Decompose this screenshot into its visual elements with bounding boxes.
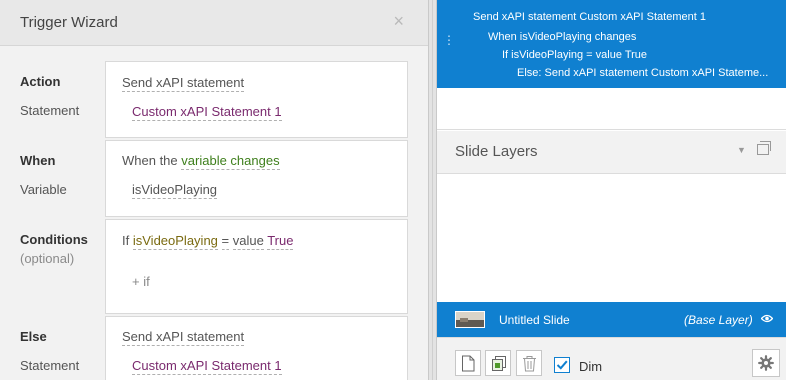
- new-layer-icon: [462, 355, 475, 372]
- new-layer-button[interactable]: [455, 350, 481, 376]
- dim-label: Dim: [579, 359, 603, 374]
- splitter-line: [432, 0, 433, 380]
- conditions-optional-label: (optional): [20, 251, 75, 266]
- condition-line: If isVideoPlaying = value True: [122, 233, 294, 250]
- delete-layer-button[interactable]: [516, 350, 542, 376]
- when-line: When the variable changes: [122, 153, 280, 170]
- else-statement-label: Statement: [20, 358, 80, 373]
- layers-toolbar: Dim: [437, 337, 786, 380]
- slide-layers-header: Slide Layers ▼: [437, 131, 786, 174]
- delete-layer-icon: [523, 356, 536, 372]
- base-layer-row[interactable]: Untitled Slide (Base Layer): [437, 302, 786, 337]
- conditions-label: Conditions: [20, 232, 88, 247]
- statement-dropdown[interactable]: Custom xAPI Statement 1: [132, 104, 282, 121]
- when-prefix: When the: [122, 153, 178, 168]
- when-event-dropdown[interactable]: variable changes: [181, 153, 280, 170]
- eye-icon[interactable]: [761, 314, 773, 323]
- trigger-condition-line: If isVideoPlaying = value True: [502, 49, 648, 61]
- menu-chevron-icon[interactable]: ▼: [737, 145, 746, 155]
- popout-icon[interactable]: [757, 141, 771, 155]
- layer-settings-button[interactable]: [752, 349, 780, 377]
- trigger-action-line: Send xAPI statement Custom xAPI Statemen…: [473, 11, 706, 23]
- else-label: Else: [20, 329, 47, 344]
- action-label: Action: [20, 74, 61, 89]
- else-statement-dropdown[interactable]: Custom xAPI Statement 1: [132, 358, 282, 375]
- gear-icon: [758, 355, 774, 371]
- condition-value-type-dropdown[interactable]: value: [232, 233, 264, 250]
- wizard-title: Trigger Wizard: [20, 14, 118, 31]
- when-variable-dropdown[interactable]: isVideoPlaying: [132, 182, 218, 199]
- trigger-when-line: When isVideoPlaying changes: [488, 31, 637, 43]
- add-condition-button[interactable]: + if: [132, 274, 150, 289]
- checkbox-icon: [556, 360, 568, 370]
- action-card: Send xAPI statement Custom xAPI Statemen…: [105, 61, 408, 138]
- slide-layers-title: Slide Layers: [455, 143, 538, 160]
- else-section: Else Statement Send xAPI statement Custo…: [0, 316, 428, 380]
- when-card: When the variable changes isVideoPlaying: [105, 140, 408, 217]
- condition-if-word: If: [122, 233, 130, 248]
- condition-operator-dropdown[interactable]: =: [221, 233, 230, 250]
- variable-label: Variable: [20, 182, 67, 197]
- else-action-dropdown[interactable]: Send xAPI statement: [122, 329, 245, 346]
- trigger-item-selected[interactable]: ⋮ Send xAPI statement Custom xAPI Statem…: [437, 0, 786, 88]
- condition-value-dropdown[interactable]: True: [267, 233, 294, 250]
- duplicate-layer-icon: [492, 356, 506, 371]
- trigger-wizard-panel: Trigger Wizard × Action Statement Send x…: [0, 0, 428, 380]
- conditions-card: If isVideoPlaying = value True + if: [105, 219, 408, 314]
- layers-list-area: [437, 174, 786, 302]
- conditions-section: Conditions (optional) If isVideoPlaying …: [0, 219, 428, 314]
- when-section: When Variable When the variable changes …: [0, 140, 428, 217]
- statement-label: Statement: [20, 103, 80, 118]
- wizard-header: Trigger Wizard ×: [0, 0, 428, 46]
- trigger-else-line: Else: Send xAPI statement Custom xAPI St…: [517, 67, 769, 79]
- condition-variable-dropdown[interactable]: isVideoPlaying: [132, 233, 218, 250]
- when-label: When: [20, 153, 56, 168]
- else-card: Send xAPI statement Custom xAPI Statemen…: [105, 316, 408, 380]
- dim-checkbox[interactable]: [554, 357, 570, 373]
- action-dropdown[interactable]: Send xAPI statement: [122, 75, 245, 92]
- close-icon[interactable]: ×: [393, 11, 404, 32]
- duplicate-layer-button[interactable]: [485, 350, 511, 376]
- triggers-list-area: [437, 88, 786, 130]
- panel-splitter[interactable]: [428, 0, 437, 380]
- action-section: Action Statement Send xAPI statement Cus…: [0, 61, 428, 138]
- drag-handle-icon[interactable]: ⋮: [443, 34, 455, 46]
- slide-thumbnail: [455, 311, 485, 328]
- layer-name: Untitled Slide: [499, 313, 570, 327]
- base-layer-tag: (Base Layer): [684, 313, 753, 327]
